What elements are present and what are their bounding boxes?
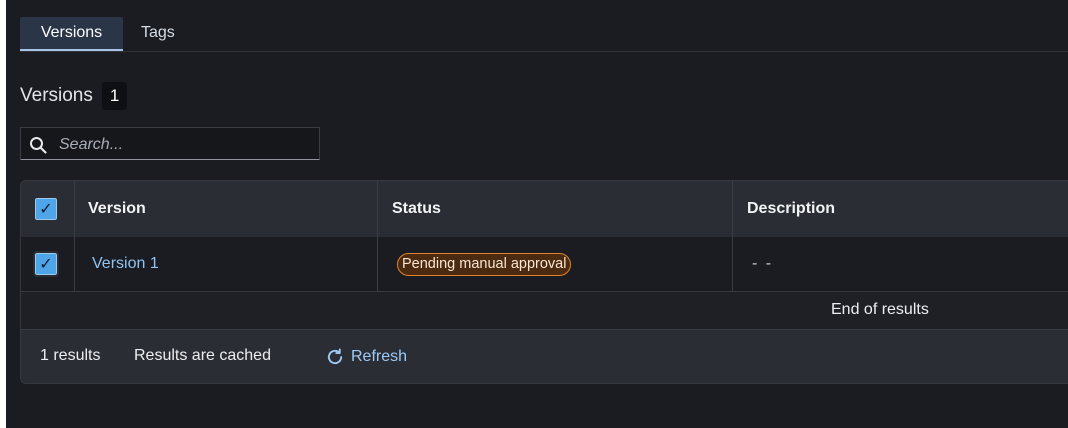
section-header: Versions 1 [20, 82, 128, 110]
results-count: 1 results [40, 347, 101, 364]
column-header-status[interactable]: Status [392, 181, 441, 237]
versions-page: Versions Tags Versions 1 ✓ Version Statu… [6, 0, 1068, 428]
table-footer: 1 results Results are cached Refresh [21, 329, 1068, 383]
count-badge: 1 [101, 82, 128, 110]
search-field[interactable] [20, 127, 320, 161]
column-divider [377, 237, 378, 291]
table-header: ✓ Version Status Description [21, 181, 1068, 238]
status-badge: Pending manual approval [397, 252, 572, 276]
tab-bar: Versions Tags [20, 17, 1068, 52]
column-header-version[interactable]: Version [88, 181, 146, 237]
cache-status: Results are cached [134, 347, 271, 364]
end-of-results-label: End of results [831, 301, 929, 318]
row-checkbox[interactable]: ✓ [33, 251, 59, 277]
column-divider [74, 181, 75, 237]
column-divider [732, 181, 733, 237]
status-cell: Pending manual approval [397, 237, 572, 291]
description-cell: - - [752, 255, 774, 272]
section-title: Versions [20, 85, 93, 106]
version-link[interactable]: Version 1 [92, 255, 159, 273]
column-divider [74, 237, 75, 291]
header-checkbox-cell: ✓ [33, 181, 65, 237]
select-all-checkbox[interactable]: ✓ [33, 196, 59, 222]
table-row[interactable]: ✓ Version 1 Pending manual approval - - [21, 237, 1068, 292]
version-cell: Version 1 [92, 237, 159, 291]
tab-versions[interactable]: Versions [20, 17, 123, 51]
tab-tags[interactable]: Tags [141, 17, 175, 49]
end-of-results: End of results [21, 292, 1068, 328]
column-divider [732, 237, 733, 291]
versions-table: ✓ Version Status Description ✓ Version 1… [20, 180, 1068, 384]
refresh-icon [327, 347, 343, 364]
column-header-description[interactable]: Description [747, 181, 835, 237]
search-input[interactable] [57, 128, 316, 161]
row-checkbox-cell: ✓ [33, 237, 65, 291]
refresh-button[interactable]: Refresh [326, 345, 407, 369]
column-divider [377, 181, 378, 237]
refresh-label: Refresh [351, 348, 408, 365]
search-icon [30, 137, 47, 154]
